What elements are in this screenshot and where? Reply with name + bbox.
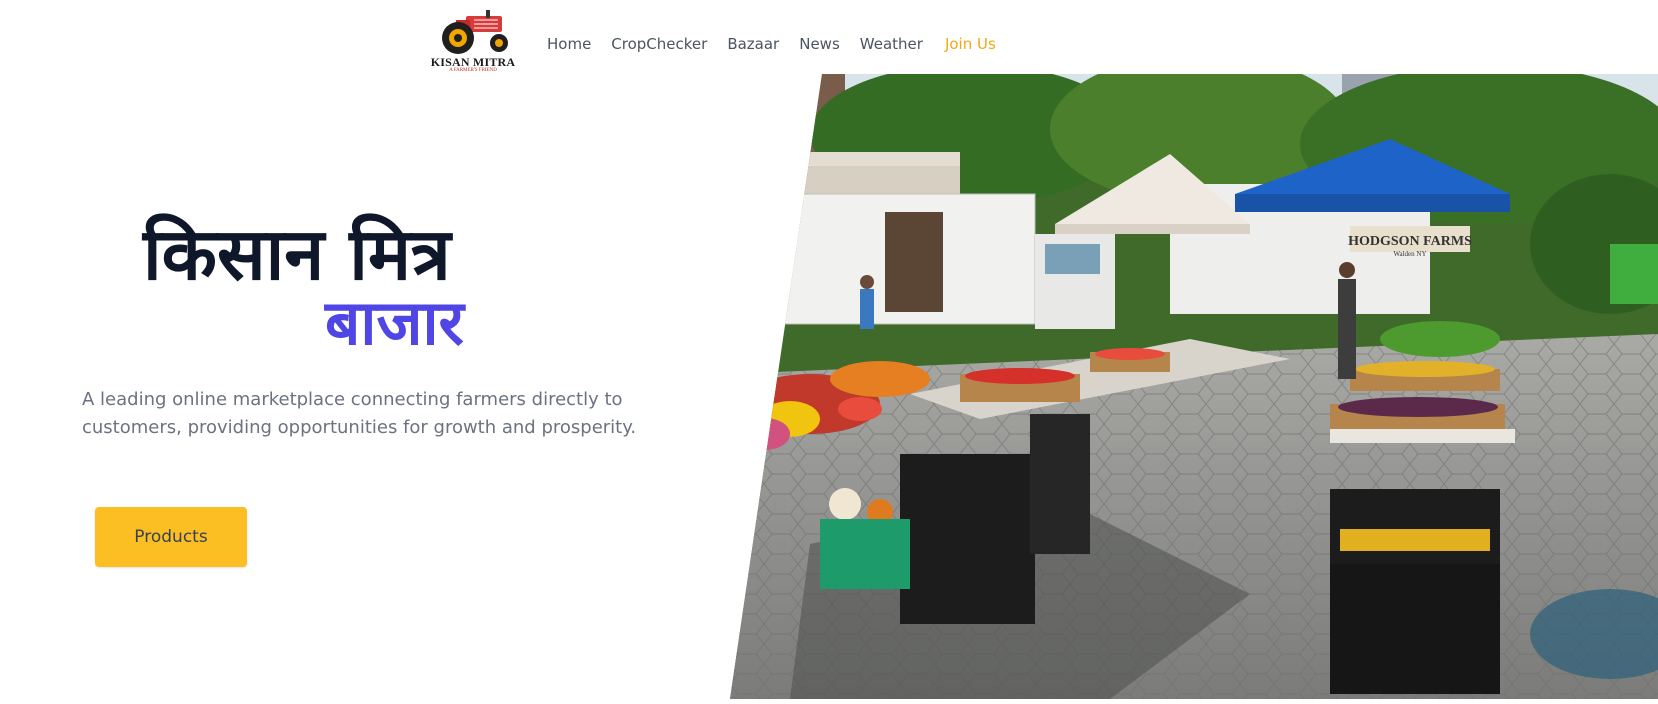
hero-description: A leading online marketplace connecting … bbox=[82, 389, 637, 438]
nav-home[interactable]: Home bbox=[547, 35, 591, 53]
kisan-mitra-logo[interactable]: KISAN MITRA A FARMER'S FRIEND bbox=[428, 6, 518, 74]
nav-bazaar[interactable]: Bazaar bbox=[727, 35, 779, 53]
nav-weather[interactable]: Weather bbox=[860, 35, 923, 53]
nav-news[interactable]: News bbox=[799, 35, 840, 53]
tractor-icon bbox=[442, 10, 508, 54]
hodgson-farms-sign: HODGSON FARMS bbox=[1348, 234, 1472, 249]
hero-title-line1: किसान मित्र bbox=[143, 212, 451, 296]
hero-title-line2: बाजार bbox=[325, 286, 464, 359]
products-button[interactable]: Products bbox=[95, 507, 247, 567]
brand-tagline: A FARMER'S FRIEND bbox=[449, 68, 497, 73]
main-nav: Home CropChecker Bazaar News Weather Joi… bbox=[547, 33, 1016, 55]
farmers-market-photo: HODGSON FARMS Walden NY bbox=[730, 74, 1658, 699]
site-header: KISAN MITRA A FARMER'S FRIEND Home CropC… bbox=[0, 0, 1658, 74]
hodgson-farms-sign-sub: Walden NY bbox=[1393, 250, 1426, 258]
nav-join-us[interactable]: Join Us bbox=[945, 35, 996, 53]
nav-cropchecker[interactable]: CropChecker bbox=[611, 35, 707, 53]
